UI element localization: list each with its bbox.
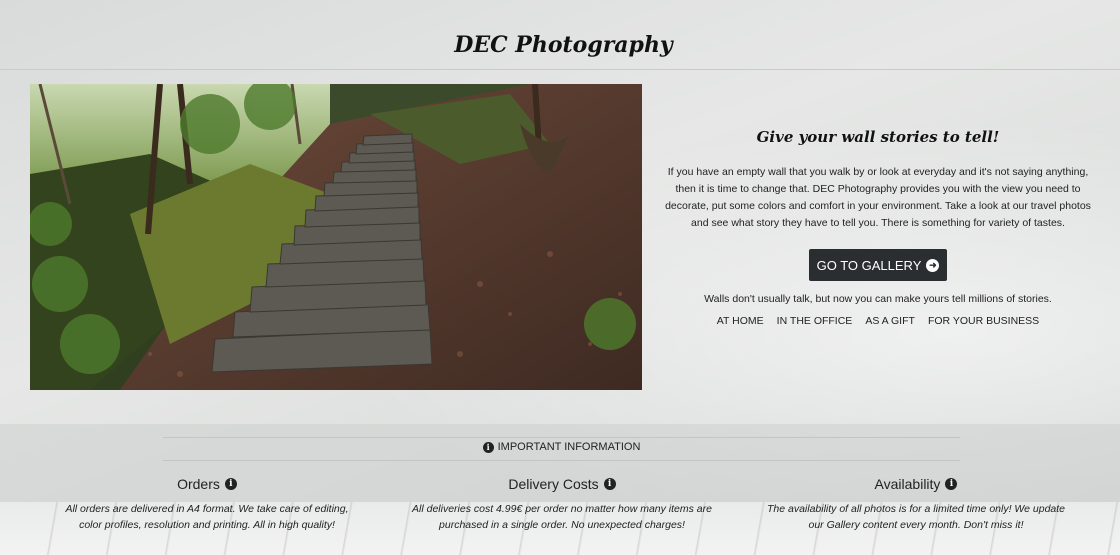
info-circle-icon[interactable]: i — [603, 478, 616, 490]
go-to-gallery-button[interactable]: GO TO GALLERY ➜ — [809, 249, 947, 281]
site-header: DEC Photography — [0, 0, 1120, 70]
important-info-heading: i IMPORTANT INFORMATION — [163, 441, 960, 453]
use-link-gift[interactable]: AS A GIFT — [865, 315, 915, 327]
column-body: All orders are delivered in A4 format. W… — [65, 503, 349, 531]
column-title: Orders — [177, 476, 220, 492]
tagline: Walls don't usually talk, but now you ca… — [704, 293, 1052, 305]
info-column-delivery: Delivery Costs i All deliveries cost 4.9… — [412, 476, 712, 533]
info-circle-icon[interactable]: i — [945, 478, 958, 490]
info-column-orders: Orders i All orders are delivered in A4 … — [57, 476, 357, 533]
info-circle-icon: i — [482, 441, 494, 453]
arrow-circle-right-icon: ➜ — [926, 258, 940, 272]
use-link-business[interactable]: FOR YOUR BUSINESS — [928, 315, 1039, 327]
stone-staircase-forest-photo — [30, 84, 642, 390]
column-body: The availability of all photos is for a … — [766, 503, 1066, 531]
column-body: All deliveries cost 4.99€ per order no m… — [412, 503, 712, 531]
divider — [163, 437, 960, 438]
hero-photo — [30, 84, 642, 390]
pitch-title: Give your wall stories to tell! — [756, 128, 1000, 146]
use-case-links: AT HOME IN THE OFFICE AS A GIFT FOR YOUR… — [662, 315, 1094, 327]
info-column-availability: Availability i The availability of all p… — [766, 476, 1066, 533]
divider — [163, 460, 960, 461]
hero-pitch: Give your wall stories to tell! If you h… — [662, 128, 1094, 232]
important-info-label: IMPORTANT INFORMATION — [497, 441, 641, 453]
brand-title[interactable]: DEC Photography — [0, 32, 1120, 58]
info-circle-icon[interactable]: i — [224, 478, 237, 490]
column-title: Delivery Costs — [508, 476, 599, 492]
column-title: Availability — [874, 476, 941, 492]
use-link-office[interactable]: IN THE OFFICE — [777, 315, 853, 327]
use-link-home[interactable]: AT HOME — [717, 315, 764, 327]
pitch-body: If you have an empty wall that you walk … — [665, 166, 1091, 229]
gallery-button-label: GO TO GALLERY — [816, 257, 922, 273]
